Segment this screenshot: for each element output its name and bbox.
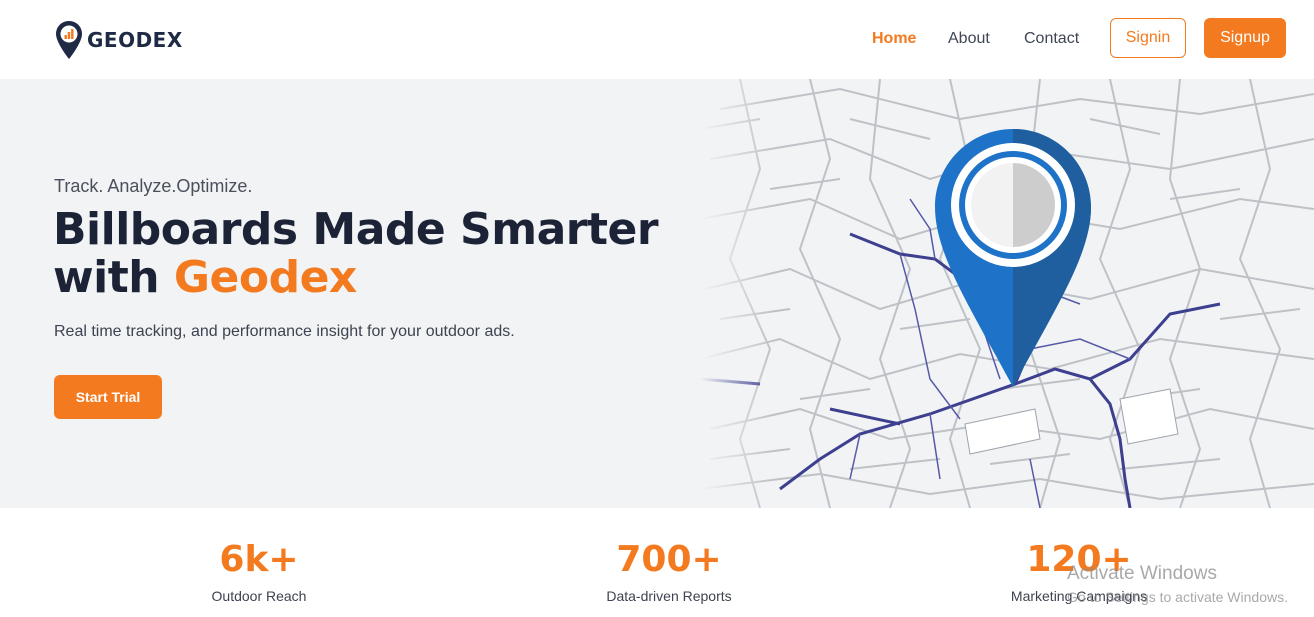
watermark-subtitle: Go to Settings to activate Windows. <box>1067 589 1288 605</box>
nav-link-home[interactable]: Home <box>872 30 916 48</box>
stat-value: 700+ <box>616 539 722 580</box>
activate-windows-watermark: Activate Windows Go to Settings to activ… <box>1067 563 1288 605</box>
signup-button[interactable]: Signup <box>1204 18 1286 58</box>
nav-link-about[interactable]: About <box>948 30 990 48</box>
watermark-title: Activate Windows <box>1067 563 1217 584</box>
stat-label: Data-driven Reports <box>606 588 732 604</box>
hero-headline: Billboards Made Smarter with Geodex <box>53 204 659 303</box>
hero-tagline: Track. Analyze.Optimize. <box>54 176 253 196</box>
stat-data-driven-reports: 700+ Data-driven Reports <box>519 538 819 604</box>
headline-with: with <box>53 252 174 303</box>
signin-button[interactable]: Signin <box>1110 18 1186 58</box>
navbar: GEODEX Home About Contact Signin Signup <box>0 0 1314 79</box>
headline-accent: Geodex <box>173 252 357 303</box>
headline-line1: Billboards Made Smarter <box>53 204 659 255</box>
stat-label: Outdoor Reach <box>211 588 307 604</box>
logo-text: GEODEX <box>87 28 183 52</box>
stat-outdoor-reach: 6k+ Outdoor Reach <box>109 538 409 604</box>
map-pin-city-map-illustration <box>700 79 1314 508</box>
start-trial-button[interactable]: Start Trial <box>54 375 162 419</box>
map-pin-logo-icon <box>56 21 82 59</box>
logo[interactable]: GEODEX <box>55 20 183 60</box>
nav-link-contact[interactable]: Contact <box>1024 30 1079 48</box>
hero-subtext: Real time tracking, and performance insi… <box>54 323 515 340</box>
hero-section: Track. Analyze.Optimize. Billboards Made… <box>0 79 1314 508</box>
stat-value: 6k+ <box>219 539 299 580</box>
